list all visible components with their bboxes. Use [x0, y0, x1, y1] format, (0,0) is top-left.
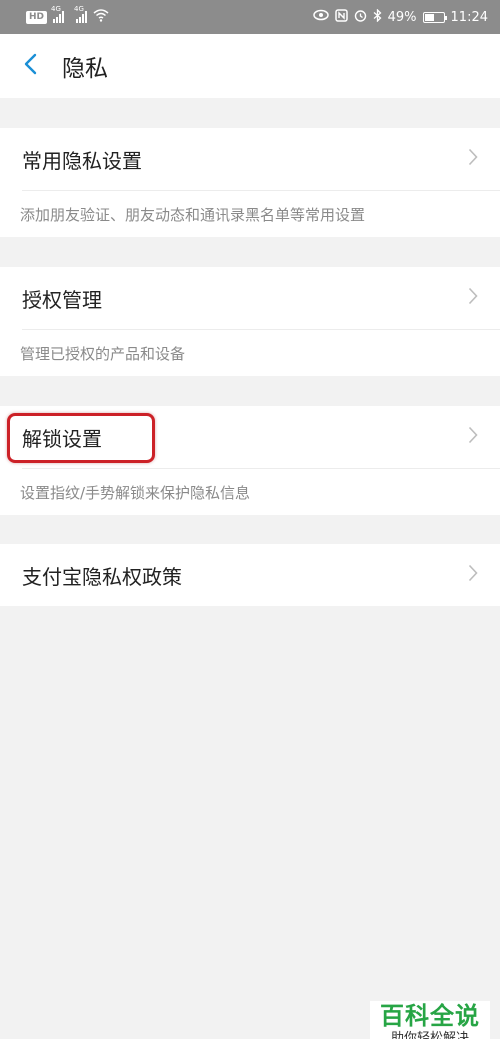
eye-icon: [312, 9, 329, 25]
row-authorization-management[interactable]: 授权管理: [0, 267, 500, 329]
watermark: 百科全说 助你轻松解决: [370, 1001, 490, 1039]
watermark-title: 百科全说: [380, 1002, 480, 1030]
section-common-privacy: 常用隐私设置 添加朋友验证、朋友动态和通讯录黑名单等常用设置: [0, 128, 500, 237]
network-type-label-2: 4G: [74, 5, 84, 13]
battery-icon: [422, 11, 447, 23]
status-bar: HD 4G 4G 49% 11:24: [0, 0, 500, 34]
bluetooth-icon: [373, 7, 382, 26]
chevron-left-icon: [24, 53, 38, 79]
wifi-icon: [93, 8, 109, 26]
chevron-right-icon: [468, 426, 478, 448]
row-description: 设置指纹/手势解锁来保护隐私信息: [20, 483, 251, 502]
alarm-icon: [354, 9, 367, 26]
hd-badge: HD: [26, 10, 48, 24]
chevron-right-icon: [468, 148, 478, 170]
network-type-label: 4G: [51, 5, 61, 13]
signal-icon-2: 4G: [74, 5, 88, 23]
status-bar-left: HD 4G 4G: [26, 5, 109, 26]
row-alipay-privacy-policy[interactable]: 支付宝隐私权政策: [0, 544, 500, 606]
nfc-icon: [334, 8, 348, 26]
row-description: 管理已授权的产品和设备: [20, 344, 186, 363]
section-privacy-policy: 支付宝隐私权政策: [0, 544, 500, 606]
status-bar-right: 49% 11:24: [312, 7, 488, 26]
chevron-right-icon: [468, 287, 478, 309]
page-title: 隐私: [62, 56, 108, 82]
nav-header: 隐私: [0, 34, 500, 98]
highlight-annotation: [7, 413, 155, 463]
section-authorization: 授权管理 管理已授权的产品和设备: [0, 267, 500, 376]
row-common-privacy-settings[interactable]: 常用隐私设置: [0, 128, 500, 190]
row-label: 常用隐私设置: [22, 148, 142, 173]
row-label: 支付宝隐私权政策: [22, 564, 182, 589]
clock: 11:24: [450, 9, 488, 25]
back-button[interactable]: [8, 34, 54, 98]
signal-icon: 4G: [51, 5, 65, 23]
watermark-subtitle: 助你轻松解决: [390, 1031, 469, 1039]
row-description: 添加朋友验证、朋友动态和通讯录黑名单等常用设置: [20, 205, 366, 224]
battery-percent: 49%: [387, 9, 417, 25]
chevron-right-icon: [468, 564, 478, 586]
row-label: 授权管理: [22, 287, 102, 312]
